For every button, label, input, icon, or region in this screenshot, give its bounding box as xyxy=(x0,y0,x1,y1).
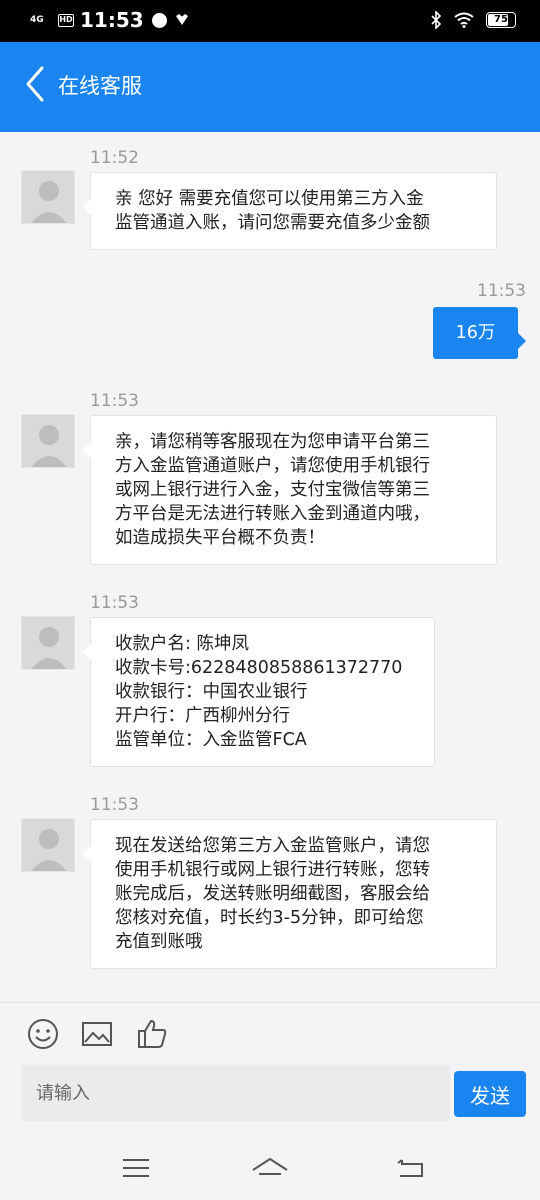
chat-header: 在线客服 xyxy=(0,42,540,132)
message-text: 亲 您好 需要充值您可以使用第三方入金 xyxy=(115,189,424,209)
agent-avatar xyxy=(21,818,75,872)
network-indicator: 4G xyxy=(30,14,44,25)
message-bubble: 亲，请您稍等客服现在为您申请平台第三 方入金监管通道账户，请您使用手机银行 或网… xyxy=(83,415,497,565)
send-button[interactable]: 发送 xyxy=(454,1071,526,1117)
back-icon[interactable] xyxy=(390,1148,430,1188)
message-bubble: 现在发送给您第三方入金监管账户，请您 使用手机银行或网上银行进行转账，您转 账完… xyxy=(83,819,497,969)
message-text: 您核对充值，时长约3-5分钟，即可给您 xyxy=(115,908,424,928)
emoji-icon[interactable] xyxy=(26,1017,60,1051)
message-text: 监管单位：入金监管FCA xyxy=(115,730,307,750)
status-time: 11:53 xyxy=(80,8,144,32)
message-bubble: 亲 您好 需要充值您可以使用第三方入金 监管通道入账，请问您需要充值多少金额 xyxy=(83,172,497,250)
bluetooth-icon xyxy=(431,11,442,29)
message-text: 收款银行：中国农业银行 xyxy=(115,682,308,702)
message-text: 充值到账哦 xyxy=(115,932,203,952)
agent-avatar xyxy=(21,414,75,468)
message-timestamp: 11:52 xyxy=(90,148,139,168)
message-timestamp: 11:53 xyxy=(477,281,526,301)
message-text: 收款卡号:6228480858861372770 xyxy=(115,658,403,678)
default-avatar-icon xyxy=(31,627,67,669)
default-avatar-icon xyxy=(31,425,67,467)
user-message-bubble: 16万 xyxy=(433,307,526,359)
status-app-icon xyxy=(151,12,167,28)
thumbs-up-icon[interactable] xyxy=(135,1017,169,1051)
message-text: 如造成损失平台概不负责！ xyxy=(115,528,325,548)
home-icon[interactable] xyxy=(250,1148,290,1188)
message-text: 方平台是无法进行转账入金到通道内哦， xyxy=(115,504,430,524)
agent-avatar xyxy=(21,170,75,224)
message-text: 账完成后，发送转账明细截图，客服会给 xyxy=(115,884,430,904)
message-text: 开户行：广西柳州分行 xyxy=(115,706,290,726)
image-icon[interactable] xyxy=(80,1017,114,1051)
chat-toolbar xyxy=(0,1002,540,1062)
message-timestamp: 11:53 xyxy=(90,795,139,815)
input-row: 发送 xyxy=(0,1062,540,1126)
battery-percent: 75 xyxy=(494,14,508,25)
agent-avatar xyxy=(21,616,75,670)
message-bubble: 收款户名: 陈坤凤 收款卡号:6228480858861372770 收款银行：… xyxy=(83,617,435,767)
default-avatar-icon xyxy=(31,829,67,871)
message-text: 方入金监管通道账户，请您使用手机银行 xyxy=(115,456,430,476)
menu-icon[interactable] xyxy=(116,1148,156,1188)
page-title: 在线客服 xyxy=(58,74,142,98)
wifi-icon xyxy=(454,12,474,28)
message-text: 现在发送给您第三方入金监管账户，请您 xyxy=(115,836,430,856)
message-text: 亲，请您稍等客服现在为您申请平台第三 xyxy=(115,432,430,452)
message-text: 收款户名: 陈坤凤 xyxy=(115,634,249,654)
message-timestamp: 11:53 xyxy=(90,593,139,613)
message-text: 或网上银行进行入金，支付宝微信等第三 xyxy=(115,480,430,500)
back-chevron-icon[interactable] xyxy=(22,64,54,104)
battery-icon: 75 xyxy=(486,12,516,28)
default-avatar-icon xyxy=(31,181,67,223)
heart-status-icon xyxy=(175,14,188,25)
status-bar: 4G HD 11:53 75 xyxy=(0,0,540,42)
system-nav-bar xyxy=(0,1126,540,1200)
message-text: 使用手机银行或网上银行进行转账，您转 xyxy=(115,860,430,880)
message-text: 监管通道入账，请问您需要充值多少金额 xyxy=(115,213,430,233)
message-text: 16万 xyxy=(455,323,496,343)
message-input[interactable] xyxy=(22,1065,450,1121)
message-timestamp: 11:53 xyxy=(90,391,139,411)
hd-badge: HD xyxy=(58,13,74,27)
chat-message-list[interactable]: 11:52 亲 您好 需要充值您可以使用第三方入金 监管通道入账，请问您需要充值… xyxy=(0,132,540,1002)
